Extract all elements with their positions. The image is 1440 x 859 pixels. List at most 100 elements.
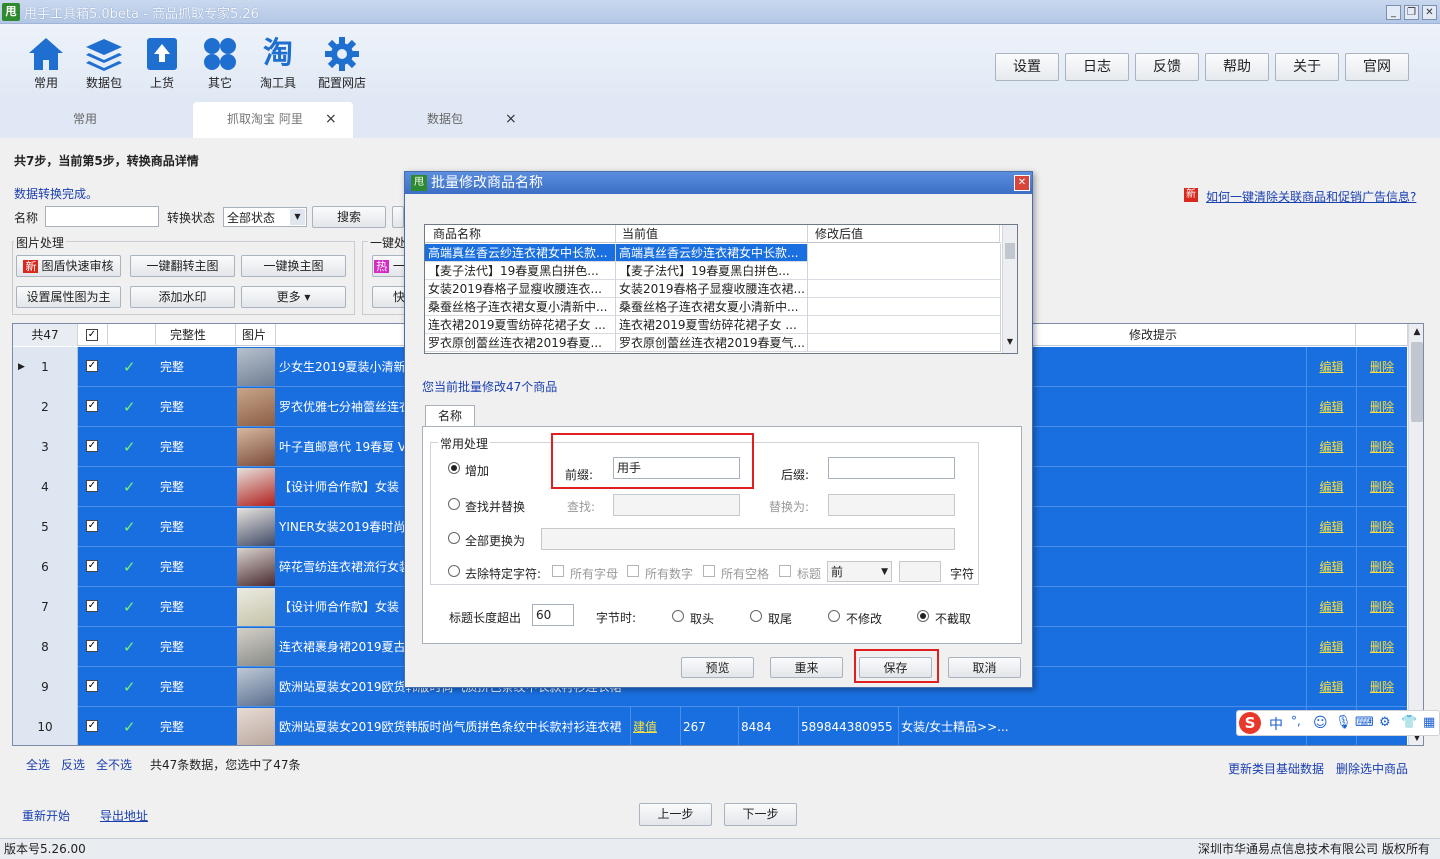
menu-grid-icon[interactable]: ▦ — [1423, 715, 1435, 730]
radio-no-cut[interactable] — [917, 610, 929, 622]
radio-replace-all[interactable] — [448, 532, 460, 544]
search-button[interactable]: 搜索 — [312, 206, 386, 228]
delete-link[interactable]: 删除 — [1356, 467, 1407, 507]
add-watermark-button[interactable]: 添加水印 — [130, 286, 235, 308]
list-item[interactable]: 桑蚕丝格子连衣裙女夏小清新中... 桑蚕丝格子连衣裙女夏小清新中... — [425, 298, 1001, 316]
mic-icon[interactable]: 🎙 — [1335, 715, 1352, 730]
row-checkbox[interactable]: ✓ — [86, 560, 98, 572]
invert-select-link[interactable]: 反选 — [61, 756, 85, 773]
row-checkbox[interactable]: ✓ — [86, 640, 98, 652]
select-none-link[interactable]: 全不选 — [96, 756, 132, 773]
table-scrollbar[interactable]: ▲ ▼ — [1408, 324, 1423, 745]
tab-datapack[interactable]: 数据包 × — [393, 102, 523, 138]
radio-cut-head[interactable] — [672, 610, 684, 622]
window-close-icon[interactable]: ✕ — [1422, 5, 1437, 20]
tab-name[interactable]: 名称 — [425, 405, 475, 427]
row-checkbox[interactable]: ✓ — [86, 720, 98, 732]
tool-config-store[interactable]: 配置网店 — [312, 36, 372, 91]
tab-close-icon[interactable]: × — [505, 102, 517, 136]
skin-icon[interactable]: 👕 — [1401, 715, 1417, 730]
replace-all-input[interactable] — [541, 528, 955, 550]
ime-punct[interactable]: °, — [1291, 714, 1301, 728]
edit-link[interactable]: 编辑 — [1306, 587, 1356, 627]
feedback-button[interactable]: 反馈 — [1135, 53, 1199, 81]
set-attr-image-button[interactable]: 设置属性图为主 — [16, 286, 121, 308]
header-checkbox[interactable]: ✓ — [86, 329, 98, 341]
help-button[interactable]: 帮助 — [1205, 53, 1269, 81]
tool-taotools[interactable]: 淘 淘工具 — [248, 36, 308, 91]
edit-link[interactable]: 编辑 — [1306, 547, 1356, 587]
tool-datapack[interactable]: 数据包 — [74, 36, 134, 91]
delete-link[interactable]: 删除 — [1356, 627, 1407, 667]
export-link[interactable]: 导出地址 — [100, 807, 148, 824]
keyboard-icon[interactable]: ⌨ — [1355, 715, 1374, 730]
tool-common[interactable]: 常用 — [16, 36, 76, 91]
list-item[interactable]: 高端真丝香云纱连衣裙女中长款... 高端真丝香云纱连衣裙女中长款... — [425, 244, 1001, 262]
radio-no-change[interactable] — [828, 610, 840, 622]
edit-link[interactable]: 编辑 — [1306, 467, 1356, 507]
list-scrollbar[interactable]: ▼ — [1002, 225, 1017, 353]
edit-link[interactable]: 编辑 — [1306, 347, 1356, 387]
edit-link[interactable]: 编辑 — [1306, 507, 1356, 547]
update-category-link[interactable]: 更新类目基础数据 — [1228, 760, 1324, 777]
cancel-button[interactable]: 取消 — [948, 657, 1021, 678]
toolbox-icon[interactable]: ⚙ — [1379, 715, 1391, 730]
panel-button-partial[interactable] — [392, 206, 404, 228]
length-input[interactable]: 60 — [532, 604, 574, 626]
radio-remove-chars[interactable] — [448, 565, 460, 577]
select-all-link[interactable]: 全选 — [26, 756, 50, 773]
row-checkbox[interactable]: ✓ — [86, 480, 98, 492]
table-row[interactable]: 10 ✓ ✓ 完整 欧洲站夏装女2019欧货韩版时尚气质拼色条纹中长款衬衫连衣裙… — [13, 707, 1407, 745]
website-button[interactable]: 官网 — [1345, 53, 1409, 81]
title-position-select[interactable]: 前 ▼ — [827, 561, 892, 582]
scroll-up-icon[interactable]: ▲ — [1409, 324, 1423, 340]
delete-selected-link[interactable]: 删除选中商品 — [1336, 760, 1408, 777]
one-key-button[interactable]: 热 一 — [372, 255, 406, 277]
emoji-icon[interactable]: ☺ — [1313, 715, 1328, 731]
list-item[interactable]: 罗衣原创蕾丝连衣裙2019春夏... 罗衣原创蕾丝连衣裙2019春夏气... — [425, 334, 1001, 352]
row-checkbox[interactable]: ✓ — [86, 400, 98, 412]
radio-cut-tail[interactable] — [750, 610, 762, 622]
more-button[interactable]: 更多 ▾ — [241, 286, 346, 308]
delete-link[interactable]: 删除 — [1356, 347, 1407, 387]
row-checkbox[interactable]: ✓ — [86, 520, 98, 532]
preview-button[interactable]: 预览 — [681, 657, 754, 678]
settings-button[interactable]: 设置 — [995, 53, 1059, 81]
char-count-input[interactable] — [899, 561, 941, 582]
edit-link[interactable]: 编辑 — [1306, 667, 1356, 707]
radio-add[interactable] — [448, 462, 460, 474]
chk-digits[interactable] — [627, 565, 639, 577]
delete-link[interactable]: 删除 — [1356, 667, 1407, 707]
flip-main-image-button[interactable]: 一键翻转主图 — [130, 255, 235, 277]
scroll-down-icon[interactable]: ▼ — [1003, 337, 1017, 346]
next-step-button[interactable]: 下一步 — [724, 803, 797, 826]
tab-close-icon[interactable]: × — [325, 102, 337, 136]
log-button[interactable]: 日志 — [1065, 53, 1129, 81]
delete-link[interactable]: 删除 — [1356, 387, 1407, 427]
row-checkbox[interactable]: ✓ — [86, 440, 98, 452]
edit-link[interactable]: 编辑 — [1306, 387, 1356, 427]
radio-find-replace[interactable] — [448, 498, 460, 510]
header-select[interactable]: ✓ — [78, 324, 108, 346]
ime-logo-icon[interactable]: S — [1239, 712, 1261, 734]
row-checkbox[interactable]: ✓ — [86, 680, 98, 692]
list-scroll-thumb[interactable] — [1005, 243, 1015, 259]
delete-link[interactable]: 删除 — [1356, 507, 1407, 547]
edit-link[interactable]: 编辑 — [1306, 627, 1356, 667]
ime-lang[interactable]: 中 — [1269, 714, 1283, 734]
replace-main-image-button[interactable]: 一键换主图 — [241, 255, 346, 277]
tab-capture[interactable]: 抓取淘宝 阿里 × — [193, 102, 353, 138]
row-link[interactable]: 建值 — [630, 707, 680, 745]
reset-button[interactable]: 重来 — [770, 657, 843, 678]
find-input[interactable] — [613, 494, 740, 516]
restore-icon[interactable]: ❐ — [1404, 5, 1419, 20]
edit-link[interactable]: 编辑 — [1306, 427, 1356, 467]
help-link[interactable]: 如何一键清除关联商品和促销广告信息? — [1206, 188, 1416, 205]
row-checkbox[interactable]: ✓ — [86, 600, 98, 612]
chk-letters[interactable] — [552, 565, 564, 577]
delete-link[interactable]: 删除 — [1356, 427, 1407, 467]
list-item[interactable]: 连衣裙2019夏雪纺碎花裙子女 ... 连衣裙2019夏雪纺碎花裙子女 ... — [425, 316, 1001, 334]
chk-spaces[interactable] — [703, 565, 715, 577]
prev-step-button[interactable]: 上一步 — [639, 803, 712, 826]
quick-review-button[interactable]: 新图盾快速审核 — [16, 255, 121, 277]
